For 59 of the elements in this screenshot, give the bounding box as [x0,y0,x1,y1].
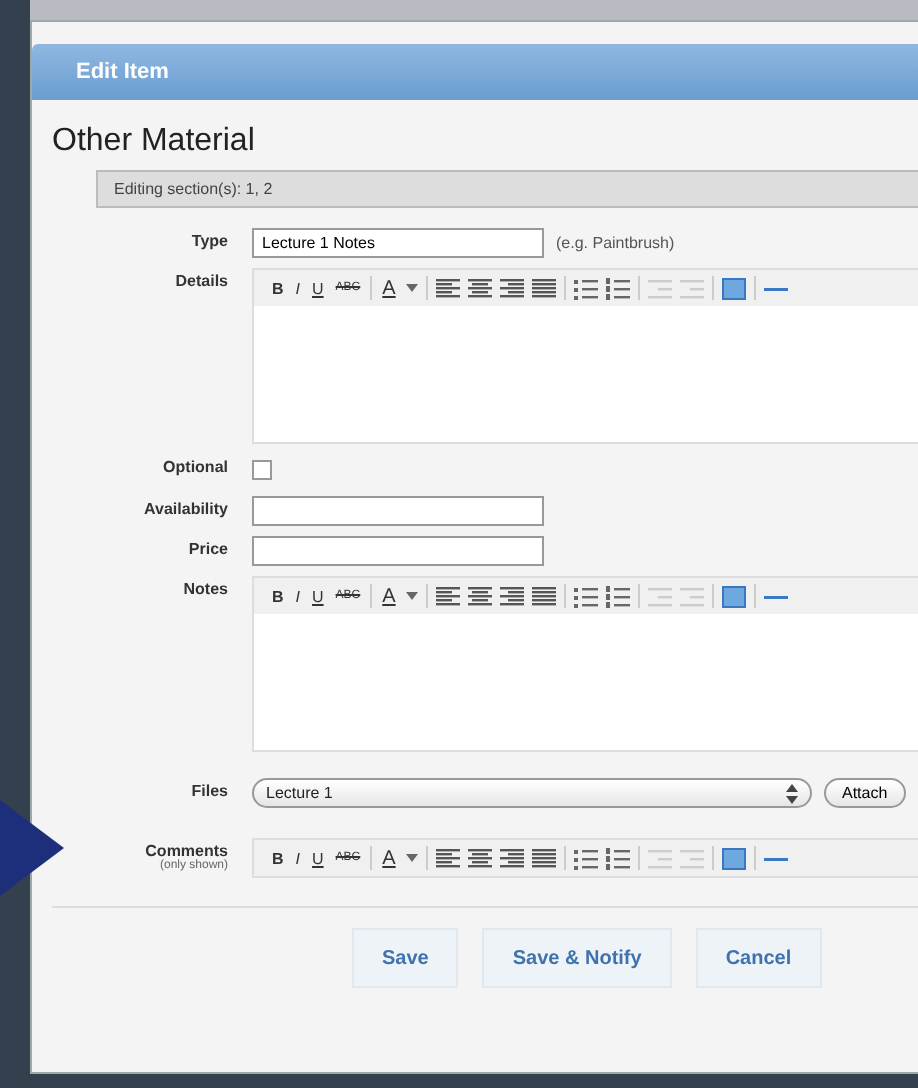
dialog-button[interactable]: Cancel [695,928,822,988]
align-icon[interactable] [531,277,556,299]
italic-button[interactable]: I [293,279,303,297]
align-icon[interactable] [531,585,556,607]
field-label: Details [175,272,228,290]
field-label: Type [191,232,228,250]
bullet-list-icon[interactable] [573,847,598,869]
underline-button[interactable]: U [310,279,326,297]
text-field[interactable]: Lecture 1 Notes [252,228,544,258]
align-icon[interactable] [467,277,492,299]
align-icon[interactable] [499,585,524,607]
bold-button[interactable]: B [270,279,286,297]
align-icon[interactable] [467,585,492,607]
numbered-list-icon[interactable] [605,847,630,869]
italic-button[interactable]: I [293,587,303,605]
bullet-list-icon[interactable] [573,277,598,299]
text-field[interactable] [252,496,544,526]
underline-button[interactable]: U [310,587,326,605]
align-icon[interactable] [531,847,556,869]
field-label: Notes [183,580,228,598]
file-select[interactable]: Lecture 1 [252,778,812,808]
align-icon[interactable] [435,847,460,869]
caret-icon [405,852,418,864]
image-icon[interactable] [721,847,746,869]
italic-button[interactable]: I [293,849,303,867]
font-color-button[interactable]: A [380,847,398,869]
image-icon[interactable] [721,585,746,607]
align-icon[interactable] [435,277,460,299]
page-heading: Other Material [52,124,257,160]
image-icon[interactable] [721,277,746,299]
field-label: Optional [163,458,228,476]
numbered-list-icon[interactable] [605,277,630,299]
align-icon[interactable] [435,585,460,607]
font-color-button[interactable]: A [380,277,398,299]
bold-button[interactable]: B [270,587,286,605]
underline-button[interactable]: U [310,849,326,867]
bold-button[interactable]: B [270,849,286,867]
checkbox[interactable] [252,460,272,480]
field-label: Price [188,540,228,558]
section-bar: Editing section(s): 1, 2 [96,170,918,208]
align-icon[interactable] [467,847,492,869]
field-label: Files [191,782,228,800]
bullet-list-icon[interactable] [573,585,598,607]
dialog-button[interactable]: Save [352,928,459,988]
field-hint: (e.g. Paintbrush) [556,234,675,252]
caret-icon [405,282,418,294]
align-icon[interactable] [499,277,524,299]
updown-caret-icon [786,783,798,803]
attach-button[interactable]: Attach [824,778,906,808]
pointer-arrow-icon [0,800,64,896]
font-color-button[interactable]: A [380,585,398,607]
caret-icon [405,590,418,602]
dialog-title: Edit Item [76,60,169,84]
field-label: Availability [144,500,228,518]
field-label: Comments [145,842,228,860]
numbered-list-icon[interactable] [605,585,630,607]
dialog-button[interactable]: Save & Notify [482,928,672,988]
align-icon[interactable] [499,847,524,869]
text-field[interactable] [252,536,544,566]
